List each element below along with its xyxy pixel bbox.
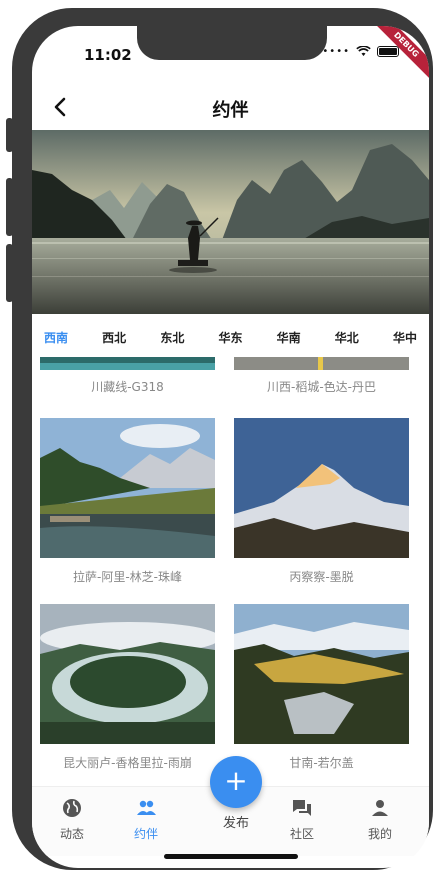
tab-huadong[interactable]: 华东 [218,322,242,354]
tab-xibei[interactable]: 西北 [102,322,126,354]
screen: 11:02 •••• DEBUG 约伴 西南 西北 东北 华东 华南 华北 华中… [32,26,429,868]
route-card-image[interactable] [234,356,409,370]
tab-huanan[interactable]: 华南 [277,322,301,354]
people-icon [137,800,156,815]
tab-dongbei[interactable]: 东北 [160,322,184,354]
region-tabs: 西南 西北 东北 华东 华南 华北 华中 [32,322,429,354]
wifi-icon [356,46,371,56]
battery-icon [377,46,399,57]
globe-icon [63,799,81,817]
tab-huabei[interactable]: 华北 [335,322,359,354]
banner-image-karst-river[interactable] [32,130,429,314]
nav-item-yueban[interactable]: 约伴 [116,797,176,842]
page-title: 约伴 [212,100,249,121]
tab-xinan[interactable]: 西南 [44,322,68,354]
person-icon [372,800,388,816]
home-indicator [164,854,298,859]
side-button-volume-down [6,244,13,302]
nav-item-wode[interactable]: 我的 [350,797,410,842]
nav-label: 动态 [59,827,84,841]
nav-label: 我的 [367,827,392,841]
route-card-label[interactable]: 拉萨-阿里-林芝-珠峰 [40,568,215,585]
app-bar: 约伴 [32,86,429,130]
publish-label[interactable]: 发布 [206,812,266,831]
route-card-image[interactable] [40,356,215,370]
signal-icon: •••• [322,46,350,57]
side-button-mute [6,118,13,152]
status-time: 11:02 [84,46,132,64]
route-card-label[interactable]: 昆大丽卢-香格里拉-雨崩 [40,754,215,771]
route-card-label[interactable]: 川藏线-G318 [40,378,215,395]
chat-icon [293,800,311,816]
publish-fab-button[interactable]: + [210,756,262,808]
route-card-image[interactable] [234,418,409,558]
tab-huazhong[interactable]: 华中 [393,322,417,354]
route-card-label[interactable]: 川西-稻城-色达-丹巴 [234,378,409,395]
side-button-volume-up [6,178,13,236]
route-grid: 川藏线-G318 川西-稻城-色达-丹巴 拉萨-阿里-林芝-珠峰 丙察察-墨脱 … [32,356,429,786]
route-card-image[interactable] [40,604,215,744]
notch [137,26,327,60]
nav-label: 社区 [289,827,314,841]
route-card-image[interactable] [40,418,215,558]
status-icons: •••• [322,46,399,57]
route-card-label[interactable]: 丙察察-墨脱 [234,568,409,585]
route-card-image[interactable] [234,604,409,744]
nav-item-dongtai[interactable]: 动态 [42,797,102,842]
route-card-label[interactable]: 甘南-若尔盖 [234,754,409,771]
nav-item-shequ[interactable]: 社区 [272,797,332,842]
nav-label: 约伴 [133,827,158,841]
